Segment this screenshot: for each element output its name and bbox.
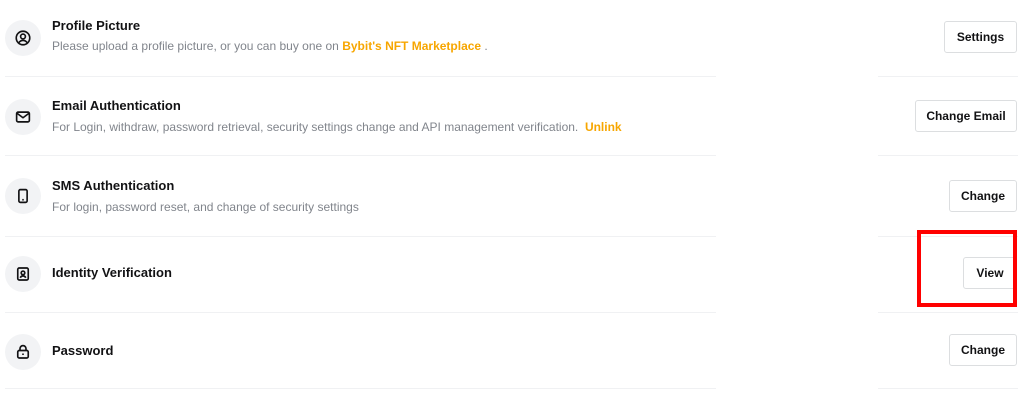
phone-icon [5, 178, 41, 214]
unlink-email-link[interactable]: Unlink [585, 120, 622, 134]
row-title: Profile Picture [52, 18, 141, 33]
row-title: SMS Authentication [52, 178, 175, 193]
nft-marketplace-link[interactable]: Bybit's NFT Marketplace [342, 39, 481, 53]
view-identity-button[interactable]: View [963, 257, 1017, 289]
divider-gap [716, 235, 878, 238]
divider-gap [716, 75, 878, 78]
row-description: For login, password reset, and change of… [52, 200, 359, 214]
divider-gap [716, 311, 878, 314]
row-description-text: Please upload a profile picture, or you … [52, 39, 343, 53]
change-sms-button[interactable]: Change [949, 180, 1017, 212]
envelope-icon [5, 99, 41, 135]
lock-icon [5, 334, 41, 370]
row-description: For Login, withdraw, password retrieval,… [52, 120, 622, 134]
id-badge-icon [5, 256, 41, 292]
row-title: Identity Verification [52, 265, 172, 280]
divider-gap [716, 154, 878, 157]
profile-settings-button[interactable]: Settings [944, 21, 1017, 53]
row-description: Please upload a profile picture, or you … [52, 39, 488, 53]
user-circle-icon [5, 20, 41, 56]
row-description-text: For Login, withdraw, password retrieval,… [52, 120, 579, 134]
change-password-button[interactable]: Change [949, 334, 1017, 366]
change-email-button[interactable]: Change Email [915, 100, 1017, 132]
row-title: Password [52, 343, 114, 358]
divider-gap [716, 387, 878, 390]
row-description-suffix: . [481, 39, 488, 53]
row-title: Email Authentication [52, 98, 181, 113]
